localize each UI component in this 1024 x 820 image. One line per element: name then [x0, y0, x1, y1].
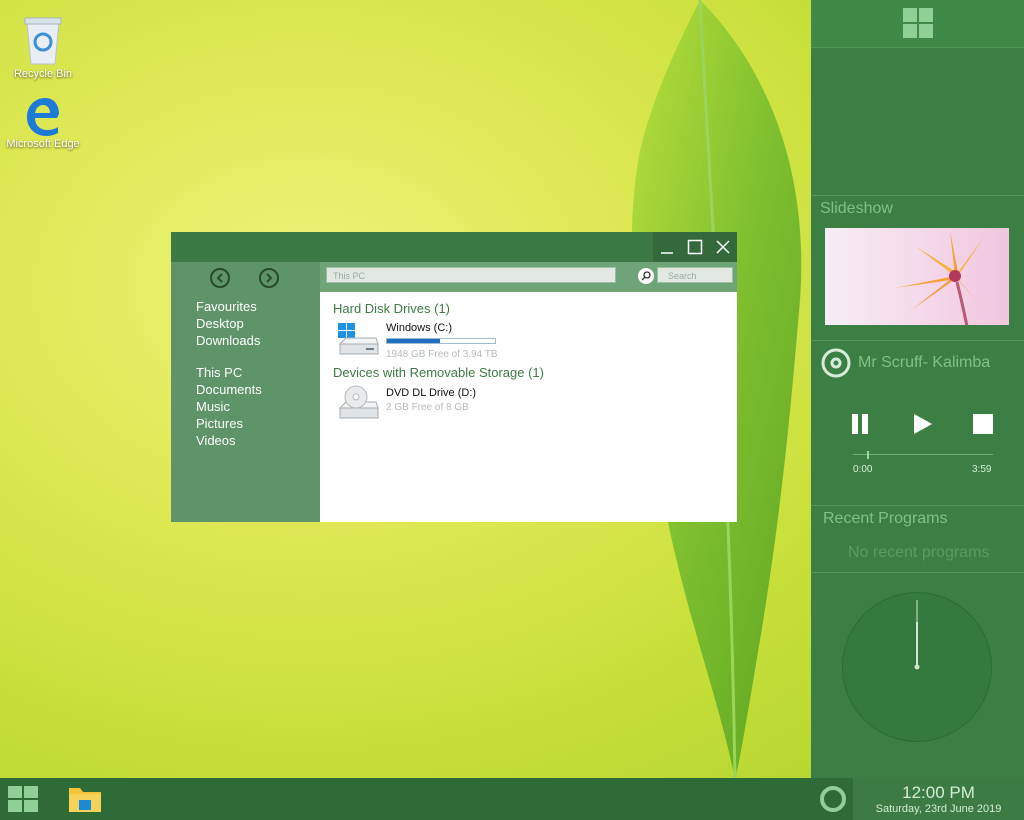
analog-clock [842, 592, 992, 742]
minimize-button[interactable] [653, 232, 681, 262]
group-title-hard-disks: Hard Disk Drives (1) [333, 301, 451, 316]
close-button[interactable] [709, 232, 737, 262]
slideshow-title: Slideshow [820, 200, 893, 217]
nav-item-desktop[interactable]: Desktop [196, 315, 260, 332]
maximize-button[interactable] [681, 232, 709, 262]
desktop-icon-label: Recycle Bin [13, 68, 73, 80]
cortana-icon [820, 786, 846, 812]
time-start: 0:00 [853, 464, 873, 475]
slideshow-image[interactable] [825, 228, 1009, 325]
pause-icon [852, 414, 868, 434]
file-explorer-window: Favourites Desktop Downloads This PC Doc… [171, 232, 737, 522]
edge-icon [27, 98, 59, 136]
search-icon [641, 271, 651, 281]
forward-icon [266, 273, 273, 283]
this-pc-list: This PC Documents Music Pictures Videos [196, 364, 262, 449]
minimize-icon [661, 252, 673, 254]
drive-name-d: DVD DL Drive (D:) [386, 387, 477, 399]
nav-item-this-pc[interactable]: This PC [196, 364, 262, 381]
divider [811, 340, 1024, 341]
nav-item-videos[interactable]: Videos [196, 432, 262, 449]
search-input[interactable]: Search [657, 267, 733, 283]
divider [811, 195, 1024, 196]
sidebar-header [811, 0, 1024, 48]
drive-free-c: 1948 GB Free of 3.94 TB [386, 349, 498, 360]
desktop-icon-recycle-bin[interactable]: Recycle Bin [3, 14, 83, 80]
nav-item-pictures[interactable]: Pictures [196, 415, 262, 432]
taskbar-clock[interactable]: 12:00 PM Saturday, 23rd June 2019 [853, 778, 1024, 820]
desktop-icon-edge[interactable]: Microsoft Edge [3, 96, 83, 150]
desktop-icon-label: Microsoft Edge [6, 138, 80, 150]
taskbar-file-explorer[interactable] [62, 778, 108, 820]
group-title-removable: Devices with Removable Storage (1) [333, 365, 544, 380]
stop-button[interactable] [969, 410, 997, 438]
seek-thumb[interactable] [867, 451, 869, 459]
stop-icon [973, 414, 993, 434]
cortana-button[interactable] [812, 778, 854, 820]
back-icon [216, 273, 223, 283]
music-disc-icon [821, 348, 851, 378]
nav-item-documents[interactable]: Documents [196, 381, 262, 398]
dvd-icon [338, 385, 379, 419]
drive-name-c: Windows (C:) [386, 322, 453, 334]
search-button[interactable] [638, 268, 654, 284]
close-icon [716, 240, 730, 254]
drive-usage-bar [386, 338, 496, 344]
nav-item-music[interactable]: Music [196, 398, 262, 415]
divider [811, 572, 1024, 573]
address-bar[interactable]: This PC [326, 267, 616, 283]
nav-item-favourites[interactable]: Favourites [196, 298, 260, 315]
clock-date: Saturday, 23rd June 2019 [875, 803, 1002, 815]
track-title: Mr Scruff- Kalimba [858, 354, 991, 371]
drive-free-d: 2 GB Free of 8 GB [386, 402, 469, 413]
clock-hands [914, 600, 920, 670]
forward-button[interactable] [259, 268, 279, 288]
drive-icon [338, 323, 379, 355]
drive-usage-fill [387, 339, 440, 343]
seek-track [853, 454, 993, 455]
time-end: 3:59 [972, 464, 992, 475]
nav-item-downloads[interactable]: Downloads [196, 332, 260, 349]
play-button[interactable] [908, 410, 936, 438]
windows-logo-icon [8, 786, 38, 812]
back-button[interactable] [210, 268, 230, 288]
favourites-list: Favourites Desktop Downloads [196, 298, 260, 349]
seek-bar[interactable] [853, 451, 993, 459]
maximize-icon [687, 239, 703, 255]
file-explorer-icon [69, 788, 101, 812]
clock-time: 12:00 PM [902, 783, 975, 802]
windows-logo-icon[interactable] [902, 7, 934, 39]
pause-button[interactable] [846, 410, 874, 438]
recent-programs-title: Recent Programs [823, 510, 948, 527]
window-controls [653, 232, 737, 262]
recent-programs-empty: No recent programs [848, 544, 990, 561]
recycle-bin-icon [24, 17, 62, 65]
start-button[interactable] [0, 778, 46, 820]
divider [811, 505, 1024, 506]
play-icon [914, 414, 932, 434]
